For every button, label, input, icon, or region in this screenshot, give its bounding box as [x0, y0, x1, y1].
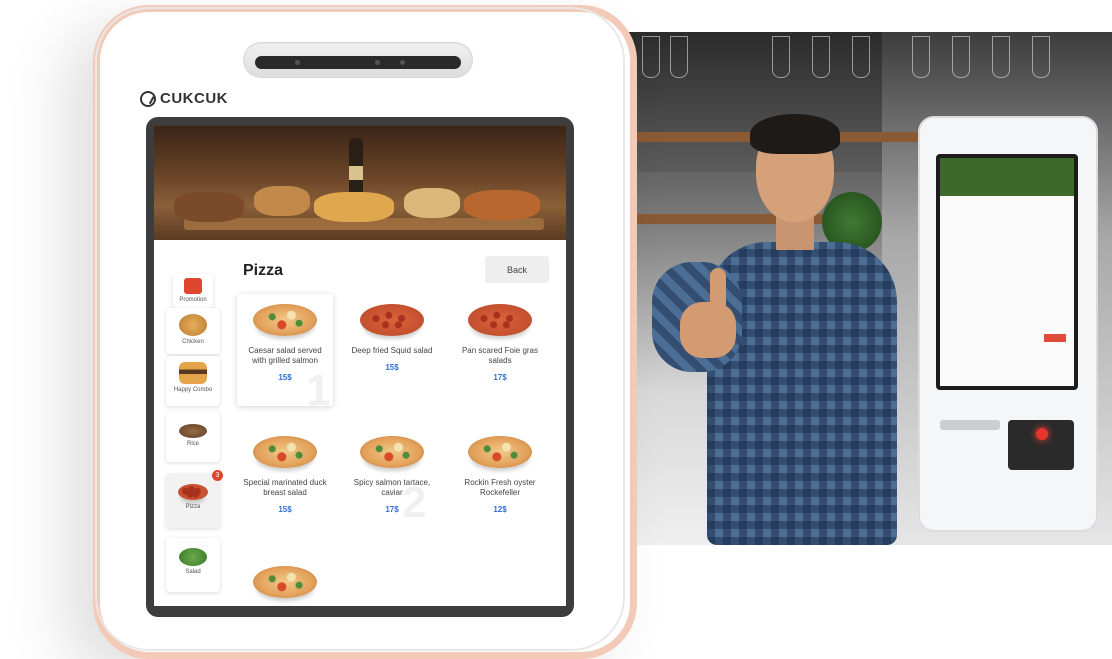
camera-icon — [295, 60, 300, 65]
back-button[interactable]: Back — [485, 256, 549, 283]
terminal-light — [1036, 428, 1048, 440]
rice-icon — [179, 424, 207, 438]
wine-glass — [812, 36, 830, 78]
pizza-image — [253, 304, 317, 336]
food-item — [174, 192, 244, 222]
category-promotion[interactable]: Promotion — [173, 274, 213, 308]
pizza-image — [360, 304, 424, 336]
thumbs-up-icon — [710, 268, 726, 312]
gift-icon — [184, 278, 202, 294]
camera-slot — [255, 56, 461, 69]
pizza-image — [468, 436, 532, 468]
person-hair — [750, 114, 840, 154]
category-happy-combo[interactable]: Happy Combo — [166, 356, 220, 406]
menu-item-card[interactable]: Special marinated duck breast salad 15$ — [237, 426, 333, 538]
category-chicken[interactable]: Chicken — [166, 308, 220, 354]
pizza-image — [253, 566, 317, 598]
camera-bar — [243, 42, 473, 78]
category-pizza[interactable]: 3 Pizza — [166, 470, 223, 528]
food-item — [254, 186, 310, 216]
menu-item-card[interactable] — [237, 556, 333, 606]
thumbs-up-hand — [680, 302, 736, 358]
salad-icon — [179, 548, 207, 566]
food-item — [464, 190, 540, 220]
menu-item-card[interactable]: Rockin Fresh oyster Rockefeller 12$ — [452, 426, 548, 538]
menu-screen: Pizza Back Promotion Chicken Happy Combo… — [154, 126, 566, 606]
category-rice[interactable]: Rice — [166, 412, 220, 462]
wine-glass — [912, 36, 930, 78]
camera-icon — [375, 60, 380, 65]
wine-glass — [952, 36, 970, 78]
promo-photo — [622, 32, 1112, 545]
page-marker: 2 — [402, 478, 427, 527]
wine-glass — [1032, 36, 1050, 78]
sauce-label — [349, 166, 363, 180]
food-banner — [154, 126, 566, 240]
kiosk-button — [1044, 334, 1066, 342]
logo-text: CUKCUK — [160, 90, 228, 107]
food-item — [404, 188, 460, 218]
wine-glass — [772, 36, 790, 78]
pizza-icon — [178, 484, 208, 500]
category-salad[interactable]: Salad — [166, 538, 220, 592]
menu-item-card[interactable]: Deep fried Squid salad 15$ — [344, 294, 440, 406]
pizza-image — [468, 304, 532, 336]
menu-item-card[interactable]: Pan scared Foie gras salads 17$ — [452, 294, 548, 406]
burger-icon — [179, 362, 207, 384]
wine-glass — [992, 36, 1010, 78]
card-slot — [940, 420, 1000, 430]
page-title: Pizza — [243, 262, 284, 279]
wine-glass — [670, 36, 688, 78]
wine-glass — [642, 36, 660, 78]
kiosk-banner — [940, 158, 1074, 196]
pizza-image — [253, 436, 317, 468]
cart-count-badge: 3 — [212, 470, 223, 481]
logo-icon — [140, 90, 156, 107]
brand-logo: CUKCUK — [140, 90, 228, 107]
chicken-icon — [179, 314, 207, 336]
wine-glass — [852, 36, 870, 78]
pizza-image — [360, 436, 424, 468]
page-marker: 1 — [306, 366, 331, 415]
camera-icon — [400, 60, 405, 65]
food-item — [314, 192, 394, 222]
